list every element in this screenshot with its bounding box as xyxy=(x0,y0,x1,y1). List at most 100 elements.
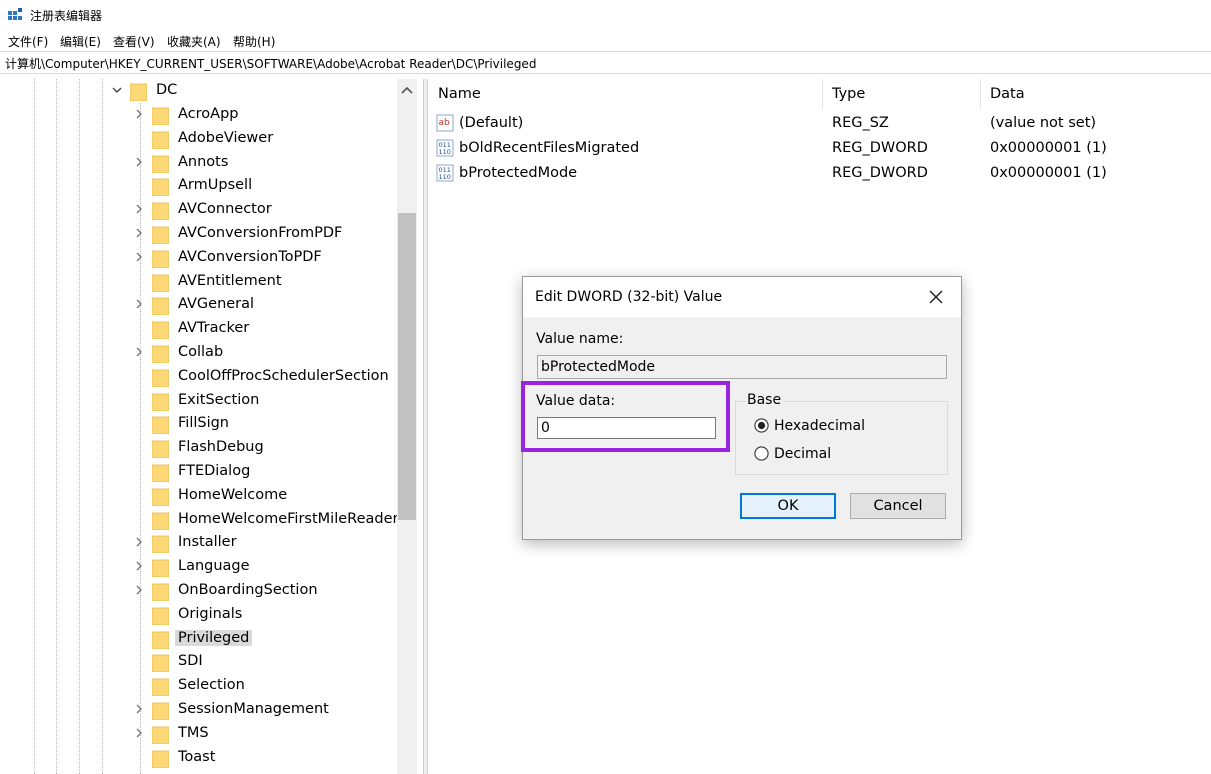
tree-item-dc[interactable]: DC xyxy=(0,79,397,103)
chevron-right-icon[interactable] xyxy=(134,728,144,738)
tree-item-label: Toast xyxy=(178,748,216,765)
chevron-right-icon[interactable] xyxy=(134,299,144,309)
key-tree[interactable]: DC AcroApp AdobeViewer Annots ArmUpsell AVCo… xyxy=(0,79,397,774)
value-name: bProtectedMode xyxy=(459,165,578,181)
tree-item[interactable]: Annots xyxy=(0,151,397,175)
hexadecimal-label[interactable]: Hexadecimal xyxy=(774,418,865,434)
tree-item[interactable]: AdobeViewer xyxy=(0,127,397,151)
tree-item[interactable]: FlashDebug xyxy=(0,436,397,460)
chevron-right-icon[interactable] xyxy=(134,704,144,714)
chevron-down-icon[interactable] xyxy=(112,85,122,95)
tree-item[interactable]: AVEntitlement xyxy=(0,270,397,294)
chevron-right-icon[interactable] xyxy=(134,157,144,167)
decimal-radio[interactable] xyxy=(754,446,769,461)
tree-item[interactable]: TMS xyxy=(0,722,397,746)
tree-item[interactable]: Privileged xyxy=(0,627,397,651)
tree-item-label: Privileged xyxy=(175,629,253,646)
tree-item[interactable]: Installer xyxy=(0,531,397,555)
address-bar[interactable]: 计算机\Computer\HKEY_CURRENT_USER\SOFTWARE\… xyxy=(0,51,1211,74)
tree-item[interactable]: AcroApp xyxy=(0,103,397,127)
address-path[interactable]: 计算机\Computer\HKEY_CURRENT_USER\SOFTWARE\… xyxy=(5,55,536,72)
menu-help[interactable]: 帮助(H) xyxy=(233,33,275,50)
column-separator[interactable] xyxy=(980,79,981,109)
tree-item[interactable]: AVTracker xyxy=(0,317,397,341)
value-row[interactable]: 011 110 bProtectedMode REG_DWORD 0x00000001 … xyxy=(430,162,1211,186)
binary-value-icon: 011110 xyxy=(436,164,454,182)
folder-icon xyxy=(152,488,169,506)
menu-favorites[interactable]: 收藏夹(A) xyxy=(167,33,221,50)
tree-item[interactable]: HomeWelcomeFirstMileReader xyxy=(0,508,397,532)
hexadecimal-radio[interactable] xyxy=(754,418,769,433)
scrollbar-thumb[interactable] xyxy=(398,213,416,520)
folder-icon xyxy=(152,702,169,720)
value-name: (Default) xyxy=(459,115,524,131)
folder-icon xyxy=(152,726,169,744)
tree-item[interactable]: SDI xyxy=(0,650,397,674)
tree-item-label: AVConversionFromPDF xyxy=(178,225,343,241)
value-name-text: bProtectedMode xyxy=(541,359,656,375)
menu-bar: 文件(F) 编辑(E) 查看(V) 收藏夹(A) 帮助(H) xyxy=(0,30,1211,50)
tree-item[interactable]: OnBoardingSection xyxy=(0,579,397,603)
tree-item[interactable]: ArmUpsell xyxy=(0,174,397,198)
scroll-up-arrow-icon[interactable] xyxy=(401,85,413,95)
chevron-right-icon[interactable] xyxy=(134,347,144,357)
close-icon[interactable] xyxy=(927,288,945,306)
column-header-name[interactable]: Name xyxy=(438,86,481,102)
value-row[interactable]: ab (Default) REG_SZ (value not set) xyxy=(430,112,1211,136)
menu-file[interactable]: 文件(F) xyxy=(8,33,48,50)
tree-item[interactable]: Selection xyxy=(0,674,397,698)
tree-item[interactable]: Collab xyxy=(0,341,397,365)
folder-icon xyxy=(152,654,169,673)
tree-item-label: DC xyxy=(156,82,178,98)
pane-splitter[interactable] xyxy=(423,79,428,774)
chevron-right-icon[interactable] xyxy=(134,109,144,119)
cancel-button[interactable]: Cancel xyxy=(850,493,946,519)
tree-item[interactable]: SessionManagement xyxy=(0,698,397,722)
value-row[interactable]: 011 110 bOldRecentFilesMigrated REG_DWORD 0x… xyxy=(430,137,1211,161)
folder-icon xyxy=(152,512,169,530)
folder-icon xyxy=(152,297,169,316)
tree-item-label: TMS xyxy=(178,724,209,741)
tree-item[interactable]: AVConversionFromPDF xyxy=(0,222,397,246)
tree-item[interactable]: Language xyxy=(0,555,397,579)
column-header-type[interactable]: Type xyxy=(832,86,865,102)
tree-item[interactable]: Toast xyxy=(0,746,397,770)
chevron-right-icon[interactable] xyxy=(134,204,144,214)
ok-button[interactable]: OK xyxy=(740,493,836,519)
tree-item[interactable]: CoolOffProcSchedulerSection xyxy=(0,365,397,389)
menu-view[interactable]: 查看(V) xyxy=(113,33,155,50)
chevron-right-icon[interactable] xyxy=(134,561,144,571)
tree-item[interactable]: Originals xyxy=(0,603,397,627)
svg-text:110: 110 xyxy=(439,148,451,156)
tree-item[interactable]: HomeWelcome xyxy=(0,484,397,508)
folder-icon xyxy=(152,321,169,340)
value-name-label: Value name: xyxy=(536,331,624,347)
folder-icon xyxy=(152,178,169,197)
chevron-right-icon[interactable] xyxy=(134,537,144,547)
chevron-right-icon[interactable] xyxy=(134,585,144,595)
folder-icon xyxy=(152,393,169,411)
tree-item[interactable]: AVGeneral xyxy=(0,293,397,317)
chevron-right-icon[interactable] xyxy=(134,228,144,238)
tree-item-label: OnBoardingSection xyxy=(178,582,318,598)
tree-item[interactable]: AVConnector xyxy=(0,198,397,222)
chevron-right-icon[interactable] xyxy=(134,252,144,262)
value-type: REG_SZ xyxy=(832,115,889,131)
tree-scrollbar[interactable] xyxy=(397,79,417,774)
tree-item-label: AVGeneral xyxy=(178,296,255,313)
value-data-highlight-box xyxy=(521,381,730,452)
tree-item[interactable]: AVConversionToPDF xyxy=(0,246,397,270)
folder-icon xyxy=(152,416,169,435)
column-separator[interactable] xyxy=(822,79,823,109)
tree-item[interactable]: FillSign xyxy=(0,412,397,436)
decimal-label[interactable]: Decimal xyxy=(774,446,831,462)
column-header-data[interactable]: Data xyxy=(990,86,1025,102)
registry-editor-icon xyxy=(8,8,22,20)
folder-icon xyxy=(152,678,169,697)
tree-item[interactable]: ExitSection xyxy=(0,389,397,413)
folder-icon xyxy=(152,107,169,125)
menu-edit[interactable]: 编辑(E) xyxy=(60,33,101,50)
tree-item[interactable]: FTEDialog xyxy=(0,460,397,484)
folder-icon xyxy=(152,131,169,149)
tree-item-label: Collab xyxy=(178,344,224,360)
